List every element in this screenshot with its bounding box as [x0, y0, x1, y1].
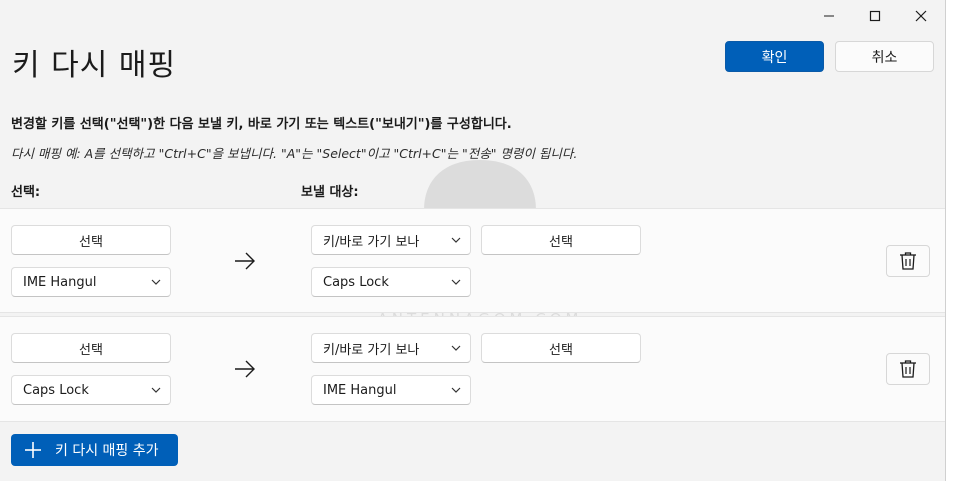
target-key-value: IME Hangul	[323, 382, 397, 398]
target-key-dropdown[interactable]: Caps Lock	[311, 267, 471, 297]
chevron-down-icon	[142, 387, 170, 393]
chevron-down-icon	[442, 345, 470, 351]
select-key-button[interactable]: 선택	[11, 225, 171, 255]
maximize-button[interactable]	[852, 4, 898, 28]
chevron-down-icon	[442, 387, 470, 393]
target-select-button[interactable]: 선택	[481, 333, 641, 363]
example-text: 다시 매핑 예: A를 선택하고 "Ctrl+C"을 보냅니다. "A"는 "S…	[11, 146, 578, 161]
instruction-text: 변경할 키를 선택("선택")한 다음 보낼 키, 바로 가기 또는 텍스트("…	[11, 117, 512, 132]
chevron-down-icon	[142, 279, 170, 285]
minimize-icon	[824, 15, 834, 17]
remap-keys-window: 키 다시 매핑 확인 취소 변경할 키를 선택("선택")한 다음 보낼 키, …	[0, 0, 946, 481]
select-key-value: Caps Lock	[23, 382, 89, 398]
target-key-dropdown[interactable]: IME Hangul	[311, 375, 471, 405]
target-column-header: 보낼 대상:	[301, 185, 359, 200]
target-type-value: 키/바로 가기 보나	[323, 342, 420, 358]
plus-icon	[25, 442, 41, 458]
mapping-row: 선택 Caps Lock 키/바로 가기 보나 선택 IME Hangul	[0, 316, 945, 422]
select-key-value: IME Hangul	[23, 274, 97, 290]
cancel-button[interactable]: 취소	[835, 41, 934, 72]
ok-button[interactable]: 확인	[725, 41, 824, 72]
target-type-value: 키/바로 가기 보나	[323, 234, 420, 250]
select-key-dropdown[interactable]: IME Hangul	[11, 267, 171, 297]
select-key-dropdown[interactable]: Caps Lock	[11, 375, 171, 405]
maximize-icon	[869, 10, 881, 22]
add-remapping-label: 키 다시 매핑 추가	[55, 443, 159, 459]
target-key-value: Caps Lock	[323, 274, 389, 290]
select-column-header: 선택:	[11, 185, 41, 200]
chevron-down-icon	[442, 279, 470, 285]
arrow-right-icon	[235, 360, 255, 378]
page-title: 키 다시 매핑	[12, 48, 177, 83]
minimize-button[interactable]	[806, 4, 852, 28]
chevron-down-icon	[442, 237, 470, 243]
add-remapping-button[interactable]: 키 다시 매핑 추가	[11, 434, 178, 466]
delete-mapping-button[interactable]	[886, 245, 930, 277]
trash-icon	[900, 252, 916, 270]
target-type-dropdown[interactable]: 키/바로 가기 보나	[311, 225, 471, 255]
close-button[interactable]	[898, 4, 944, 28]
target-select-button[interactable]: 선택	[481, 225, 641, 255]
trash-icon	[900, 360, 916, 378]
select-key-button[interactable]: 선택	[11, 333, 171, 363]
arrow-right-icon	[235, 252, 255, 270]
delete-mapping-button[interactable]	[886, 353, 930, 385]
close-icon	[915, 10, 927, 22]
target-type-dropdown[interactable]: 키/바로 가기 보나	[311, 333, 471, 363]
mapping-row: 선택 IME Hangul 키/바로 가기 보나 선택 Caps Lock	[0, 208, 945, 313]
